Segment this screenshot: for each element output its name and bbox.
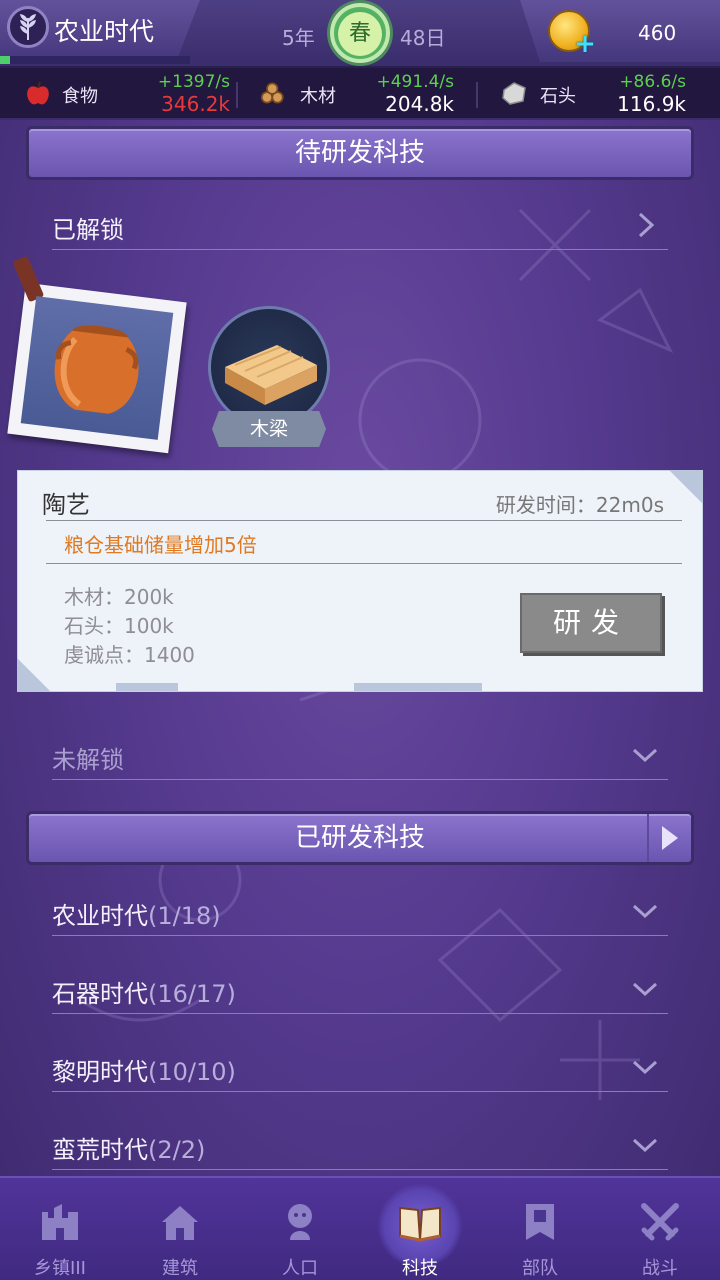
resource-name: 木材: [300, 86, 336, 107]
banner-icon: [526, 1204, 554, 1240]
triangle-right-icon: [662, 826, 678, 850]
tech-card-wood-beam[interactable]: [208, 306, 330, 428]
researched-header-label: 已研发科技: [294, 823, 425, 853]
divider: [236, 82, 238, 108]
era-row-label: 石器时代(16/17): [52, 980, 236, 1008]
cost-wood: 木材：200k: [64, 585, 174, 609]
nav-tech[interactable]: 科技: [360, 1178, 480, 1280]
chevron-down-icon: [632, 982, 658, 997]
divider: [46, 520, 682, 521]
corner-decoration: [17, 658, 51, 692]
chevron-down-icon: [632, 904, 658, 919]
tech-name: 陶艺: [42, 491, 90, 519]
nav-label: 乡镇III: [34, 1258, 86, 1279]
nav-label: 科技: [402, 1258, 438, 1279]
tech-detail-panel: 陶艺 研发时间：22m0s 粮仓基础储量增加5倍 木材：200k 石头：100k…: [17, 470, 703, 692]
nav-population[interactable]: 人口: [240, 1178, 360, 1280]
era-row[interactable]: 农业时代(1/18): [52, 886, 668, 936]
year-label: 5年: [282, 26, 315, 50]
nav-troops[interactable]: 部队: [480, 1178, 600, 1280]
pottery-jar-icon: [54, 325, 139, 414]
resource-food: 食物 +1397/s 346.2k: [20, 68, 240, 120]
book-icon: [399, 1206, 441, 1242]
research-time: 研发时间：22m0s: [495, 493, 664, 517]
locked-label: 未解锁: [52, 746, 124, 774]
season-label: 春: [338, 12, 382, 56]
resource-amount: 346.2k: [161, 92, 230, 116]
panel-tab: [354, 683, 482, 691]
tech-effect: 粮仓基础储量增加5倍: [64, 533, 257, 557]
era-row[interactable]: 黎明时代(10/10): [52, 1042, 668, 1092]
coin-count: 460: [638, 21, 677, 45]
resource-stone: 石头 +86.6/s 116.9k: [500, 68, 710, 120]
wood-beam-icon: [225, 345, 317, 405]
wood-logs-icon: [260, 82, 284, 104]
chevron-down-icon: [632, 1060, 658, 1075]
locked-row[interactable]: 未解锁: [52, 730, 668, 780]
cost-faith: 虔诚点：1400: [64, 643, 195, 667]
era-row-label: 蛮荒时代(2/2): [52, 1136, 206, 1164]
resource-rate: +1397/s: [157, 72, 230, 92]
resource-amount: 204.8k: [385, 92, 454, 116]
era-row-label: 农业时代(1/18): [52, 902, 221, 930]
divider: [46, 563, 682, 564]
stone-icon: [502, 82, 526, 105]
resource-name: 石头: [540, 86, 576, 107]
nav-label: 部队: [522, 1258, 558, 1279]
resource-rate: +491.4/s: [376, 72, 455, 92]
chevron-right-icon: [638, 212, 655, 238]
corner-decoration: [669, 470, 703, 504]
apple-icon: [27, 81, 49, 105]
add-coins-icon[interactable]: +: [574, 31, 596, 57]
bottom-nav: 乡镇III 建筑 人口 科技 部队 战斗: [0, 1176, 720, 1280]
era-row-label: 黎明时代(10/10): [52, 1058, 236, 1086]
resource-wood: 木材 +491.4/s 204.8k: [258, 68, 478, 120]
day-label: 48日: [400, 26, 446, 50]
tech-label-wood-beam: 木梁: [212, 411, 326, 447]
era-row[interactable]: 石器时代(16/17): [52, 964, 668, 1014]
researched-tech-header[interactable]: 已研发科技: [26, 811, 694, 865]
resource-rate: +86.6/s: [619, 72, 686, 92]
nav-label: 人口: [282, 1258, 318, 1279]
chevron-down-icon: [632, 1138, 658, 1153]
resource-name: 食物: [62, 86, 98, 107]
wheat-icon: [7, 6, 49, 48]
chevron-down-icon: [632, 748, 658, 763]
cost-stone: 石头：100k: [64, 614, 174, 638]
nav-buildings[interactable]: 建筑: [120, 1178, 240, 1280]
era-row[interactable]: 蛮荒时代(2/2): [52, 1120, 668, 1170]
nav-label: 建筑: [162, 1258, 198, 1279]
divider: [476, 82, 478, 108]
nav-battle[interactable]: 战斗: [600, 1178, 720, 1280]
panel-tab: [116, 683, 178, 691]
crossed-swords-icon: [641, 1203, 679, 1241]
tech-card-pottery[interactable]: [7, 255, 187, 454]
nav-label: 战斗: [642, 1258, 678, 1279]
research-button[interactable]: 研发: [520, 593, 662, 653]
unlocked-row[interactable]: 已解锁: [52, 200, 668, 250]
resource-amount: 116.9k: [617, 92, 686, 116]
resource-bar: 食物 +1397/s 346.2k 木材 +491.4/s 204.8k 石头 …: [0, 68, 720, 120]
expand-button[interactable]: [647, 814, 691, 862]
house-icon: [162, 1206, 198, 1240]
castle-icon: [42, 1204, 78, 1240]
top-bar: 农业时代 5年 春 48日 + 460: [0, 0, 720, 68]
unlocked-label: 已解锁: [52, 216, 124, 244]
era-progress-bar: [0, 56, 190, 64]
nav-town[interactable]: 乡镇III: [0, 1178, 120, 1280]
era-title: 农业时代: [54, 17, 155, 46]
person-icon: [288, 1204, 312, 1240]
pending-tech-header: 待研发科技: [26, 126, 694, 180]
